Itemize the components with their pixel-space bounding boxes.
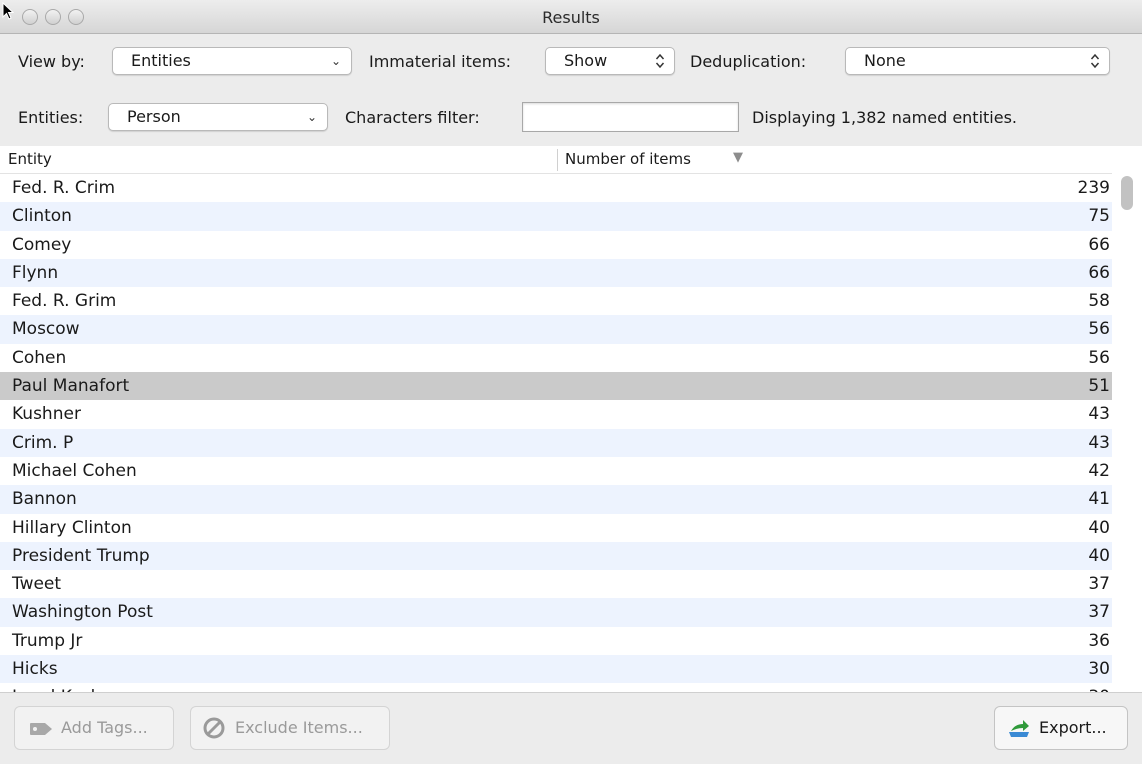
item-count-cell: 30 (1088, 683, 1110, 692)
item-count-cell: 56 (1088, 347, 1110, 368)
table-body: Fed. R. Crim 239 Clinton 75 Comey 66 Flynn 66 Fe… (0, 174, 1112, 692)
entity-name-cell: Fed. R. Crim (12, 178, 116, 198)
export-icon (1009, 720, 1029, 737)
table-row[interactable]: Clinton 75 (0, 202, 1112, 231)
scrollbar-thumb[interactable] (1121, 176, 1133, 210)
table-row[interactable]: Comey 66 (0, 231, 1112, 259)
table-row[interactable]: Flynn 66 (0, 258, 1112, 288)
table-row[interactable]: Paul Manafort 51 (0, 372, 1112, 401)
item-count-cell: 43 (1088, 432, 1110, 453)
item-count-cell: 239 (1077, 178, 1110, 198)
item-count-cell: 40 (1088, 517, 1110, 538)
entity-name-cell: Fed. R. Grim (12, 291, 117, 312)
entity-name-cell: Crim. P (12, 432, 74, 453)
item-count-cell: 51 (1088, 376, 1110, 397)
entity-name-cell: Moscow (12, 319, 80, 340)
deduplication-select[interactable]: None (845, 47, 1110, 75)
item-count-cell: 30 (1088, 659, 1110, 680)
table-row[interactable]: Washington Post 37 (0, 598, 1112, 627)
entity-name-cell: Bannon (12, 489, 77, 510)
up-down-arrows-icon (1090, 53, 1100, 69)
table-row[interactable]: Hicks 30 (0, 655, 1112, 684)
title-bar: Results (0, 0, 1142, 34)
entity-name-cell: Cohen (12, 347, 67, 368)
entity-name-cell: Hicks (12, 659, 58, 680)
export-label: Export... (1039, 718, 1107, 737)
entity-name-cell: Michael Cohen (12, 460, 137, 481)
status-text: Displaying 1,382 named entities. (752, 108, 1017, 127)
column-header-entity[interactable]: Entity (8, 150, 52, 168)
table-row[interactable]: President Trump 40 (0, 541, 1112, 571)
export-button[interactable]: Export... (994, 706, 1128, 750)
table-row[interactable]: Trump Jr 36 (0, 627, 1112, 655)
item-count-cell: 43 (1088, 404, 1110, 425)
entities-value: Person (127, 107, 181, 126)
item-count-cell: 41 (1088, 489, 1110, 510)
exclude-items-button[interactable]: Exclude Items... (190, 706, 390, 750)
table-row[interactable]: Tweet 37 (0, 570, 1112, 598)
entity-name-cell: Jared Kushner (12, 683, 130, 692)
entity-name-cell: Kushner (12, 404, 81, 425)
entity-name-cell: Hillary Clinton (12, 517, 132, 538)
view-by-value: Entities (131, 51, 191, 70)
sort-descending-icon[interactable]: ▼ (733, 150, 743, 165)
no-entry-icon (203, 717, 225, 739)
exclude-items-label: Exclude Items... (235, 718, 363, 737)
item-count-cell: 66 (1088, 234, 1110, 255)
table-row[interactable]: Fed. R. Crim 239 (0, 174, 1112, 202)
results-table[interactable]: Entity Number of items ▼ Fed. R. Crim 239… (0, 146, 1142, 692)
table-row[interactable]: Bannon 41 (0, 485, 1112, 514)
table-row[interactable]: Kushner 43 (0, 400, 1112, 428)
vertical-scrollbar[interactable] (1112, 174, 1142, 692)
item-count-cell: 75 (1088, 206, 1110, 227)
tag-icon (30, 723, 52, 735)
characters-filter-label: Characters filter: (345, 108, 480, 127)
chevron-down-icon: ⌄ (306, 110, 317, 124)
add-tags-button[interactable]: Add Tags... (14, 706, 174, 750)
entity-name-cell: Tweet (12, 574, 62, 595)
immaterial-items-select[interactable]: Show (545, 47, 675, 75)
characters-filter-input[interactable] (522, 102, 739, 132)
footer-bar: Add Tags... Exclude Items... Export... (0, 692, 1142, 764)
entity-name-cell: Flynn (12, 262, 59, 283)
table-row[interactable]: Jared Kushner 30 (0, 683, 1112, 692)
table-header: Entity Number of items ▼ (0, 146, 1112, 174)
item-count-cell: 56 (1088, 319, 1110, 340)
view-by-label: View by: (18, 52, 85, 71)
entity-name-cell: Comey (12, 234, 72, 255)
entity-name-cell: President Trump (12, 545, 150, 566)
table-row[interactable]: Moscow 56 (0, 315, 1112, 344)
view-by-select[interactable]: Entities ⌄ (112, 47, 352, 75)
column-header-number-of-items[interactable]: Number of items (565, 150, 691, 168)
table-row[interactable]: Michael Cohen 42 (0, 457, 1112, 485)
item-count-cell: 42 (1088, 460, 1110, 481)
window-title: Results (542, 8, 600, 27)
entity-name-cell: Paul Manafort (12, 376, 130, 397)
item-count-cell: 40 (1088, 545, 1110, 566)
deduplication-label: Deduplication: (690, 52, 807, 71)
immaterial-items-value: Show (564, 51, 608, 70)
item-count-cell: 37 (1088, 574, 1110, 595)
immaterial-items-label: Immaterial items: (369, 52, 512, 71)
table-row[interactable]: Fed. R. Grim 58 (0, 287, 1112, 315)
table-row[interactable]: Crim. P 43 (0, 428, 1112, 457)
deduplication-value: None (864, 51, 906, 70)
up-down-arrows-icon (655, 53, 665, 69)
entities-label: Entities: (18, 108, 84, 127)
item-count-cell: 58 (1088, 291, 1110, 312)
chevron-down-icon: ⌄ (330, 54, 341, 68)
entity-name-cell: Clinton (12, 206, 72, 227)
column-divider (557, 149, 558, 171)
add-tags-label: Add Tags... (61, 718, 148, 737)
entities-select[interactable]: Person ⌄ (108, 103, 328, 131)
entity-name-cell: Washington Post (12, 602, 153, 623)
entity-name-cell: Trump Jr (12, 630, 83, 651)
table-row[interactable]: Cohen 56 (0, 344, 1112, 372)
item-count-cell: 36 (1088, 630, 1110, 651)
table-row[interactable]: Hillary Clinton 40 (0, 514, 1112, 542)
item-count-cell: 66 (1088, 262, 1110, 283)
item-count-cell: 37 (1088, 602, 1110, 623)
